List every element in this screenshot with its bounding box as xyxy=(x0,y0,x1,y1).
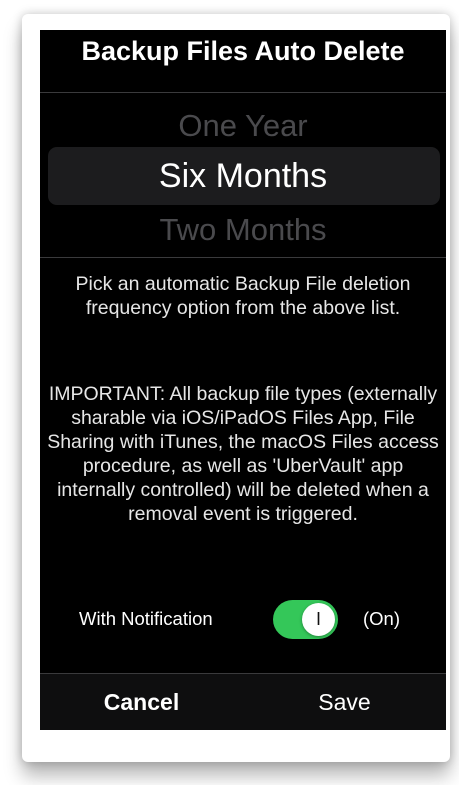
notification-label: With Notification xyxy=(79,608,213,629)
notification-state-text: (On) xyxy=(363,608,400,629)
cancel-button[interactable]: Cancel xyxy=(40,674,243,730)
picker-option-selected[interactable]: Six Months xyxy=(40,157,446,196)
picker-option-previous[interactable]: One Year xyxy=(40,108,446,144)
frequency-picker[interactable]: One Year Six Months Two Months xyxy=(40,96,446,254)
notification-toggle[interactable]: I xyxy=(273,600,338,639)
auto-delete-dialog: Backup Files Auto Delete One Year Six Mo… xyxy=(40,30,446,730)
dialog-title: Backup Files Auto Delete xyxy=(81,36,405,66)
picker-divider xyxy=(40,257,446,258)
dialog-footer: Cancel Save xyxy=(40,673,446,730)
picker-instructions: Pick an automatic Backup File deletion f… xyxy=(75,273,411,319)
important-notice: IMPORTANT: All backup file types (extern… xyxy=(47,383,439,525)
save-button[interactable]: Save xyxy=(243,674,446,730)
picker-option-next[interactable]: Two Months xyxy=(40,212,446,248)
title-divider xyxy=(40,92,446,93)
toggle-knob: I xyxy=(302,603,335,636)
